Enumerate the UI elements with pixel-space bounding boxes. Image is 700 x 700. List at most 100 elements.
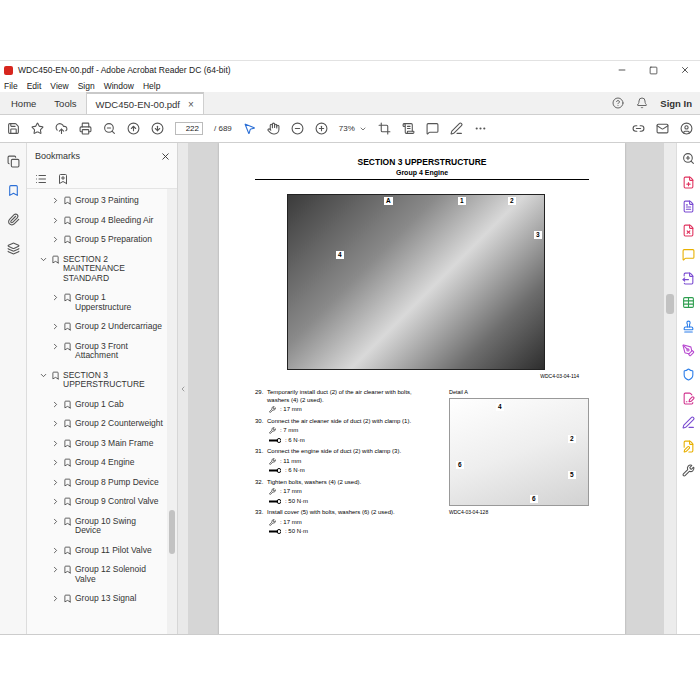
- collapsed-chevron-icon[interactable]: [51, 400, 60, 409]
- bookmark-item[interactable]: Group 1 Cab: [27, 395, 167, 415]
- collapsed-chevron-icon[interactable]: [51, 458, 60, 467]
- fit-page-icon[interactable]: [378, 122, 391, 135]
- fill-sign-icon[interactable]: [682, 344, 695, 357]
- export-pdf-icon[interactable]: [682, 200, 695, 213]
- more-icon[interactable]: [474, 122, 487, 135]
- collapsed-chevron-icon[interactable]: [51, 546, 60, 555]
- mail-icon[interactable]: [656, 122, 669, 135]
- collapsed-chevron-icon[interactable]: [51, 497, 60, 506]
- search-icon[interactable]: [103, 122, 116, 135]
- tab-close[interactable]: ×: [188, 99, 194, 110]
- tab[interactable]: Tools: [45, 92, 85, 114]
- collapsed-chevron-icon[interactable]: [51, 478, 60, 487]
- maximize-icon[interactable]: [649, 66, 658, 75]
- options-icon[interactable]: [35, 173, 47, 185]
- collapsed-chevron-icon[interactable]: [51, 439, 60, 448]
- next-page-icon[interactable]: [151, 122, 164, 135]
- bookmarks-scrollbar[interactable]: [167, 189, 177, 634]
- bookmark-item[interactable]: Group 3 Main Frame: [27, 434, 167, 454]
- prepare-form-icon[interactable]: [682, 440, 695, 453]
- bookmark-item[interactable]: Group 2 Counterweight: [27, 414, 167, 434]
- help-icon[interactable]: [612, 97, 624, 109]
- menu-item[interactable]: File: [4, 81, 18, 91]
- collapsed-chevron-icon[interactable]: [51, 419, 60, 428]
- panel-collapse-handle[interactable]: [177, 143, 189, 634]
- scan-icon[interactable]: [682, 320, 695, 333]
- collapsed-chevron-icon[interactable]: [51, 235, 60, 244]
- expanded-chevron-icon[interactable]: [39, 371, 48, 380]
- print-icon[interactable]: [79, 122, 92, 135]
- expanded-chevron-icon[interactable]: [39, 255, 48, 264]
- bookmark-item[interactable]: Group 10 Swing Device: [27, 512, 167, 541]
- tab[interactable]: Home: [2, 92, 45, 114]
- bookmark-icon[interactable]: [7, 184, 20, 197]
- bookmark-item[interactable]: Group 3 Front Attachment: [27, 337, 167, 366]
- collapsed-chevron-icon[interactable]: [51, 293, 60, 302]
- layers-icon[interactable]: [7, 242, 20, 255]
- scroll-mode-icon[interactable]: [402, 122, 415, 135]
- minimize-icon[interactable]: [617, 65, 627, 75]
- collapsed-chevron-icon[interactable]: [51, 342, 60, 351]
- collapsed-chevron-icon[interactable]: [51, 322, 60, 331]
- comment-icon[interactable]: [426, 122, 439, 135]
- bookmark-item[interactable]: Group 8 Pump Device: [27, 473, 167, 493]
- close-icon[interactable]: [680, 65, 690, 75]
- bookmark-item[interactable]: Group 2 Undercarriage: [27, 317, 167, 337]
- zoom-dropdown[interactable]: 73%: [339, 124, 367, 133]
- collapsed-chevron-icon[interactable]: [51, 565, 60, 574]
- star-icon[interactable]: [31, 122, 44, 135]
- scroll-thumb[interactable]: [169, 510, 175, 554]
- more-tools-icon[interactable]: [682, 464, 695, 477]
- menu-item[interactable]: Sign: [78, 81, 95, 91]
- edit-pdf-icon[interactable]: [682, 224, 695, 237]
- share-user-icon[interactable]: [680, 122, 693, 135]
- find-bookmark-icon[interactable]: [57, 173, 69, 185]
- sign-in-button[interactable]: Sign In: [660, 98, 692, 109]
- bookmark-item[interactable]: Group 4 Engine: [27, 453, 167, 473]
- bookmark-item[interactable]: Group 3 Painting: [27, 191, 167, 211]
- combine-files-icon[interactable]: [682, 272, 695, 285]
- bookmark-item[interactable]: Group 13 Signal: [27, 589, 167, 609]
- zoom-in-icon[interactable]: [682, 152, 695, 165]
- bookmark-item[interactable]: Group 12 Solenoid Valve: [27, 560, 167, 589]
- bookmark-item[interactable]: Group 11 Pilot Valve: [27, 541, 167, 561]
- save-icon[interactable]: [7, 122, 20, 135]
- pages-icon[interactable]: [7, 155, 20, 168]
- collapsed-chevron-icon[interactable]: [51, 196, 60, 205]
- menu-item[interactable]: Help: [143, 81, 160, 91]
- menu-item[interactable]: View: [50, 81, 68, 91]
- scroll-thumb[interactable]: [666, 294, 674, 314]
- request-signature-icon[interactable]: [682, 392, 695, 405]
- detail-drawing: 42566: [449, 398, 589, 506]
- page-number-field[interactable]: 222: [175, 122, 203, 135]
- tab[interactable]: WDC450-EN-00.pdf×: [86, 92, 204, 114]
- collapsed-chevron-icon[interactable]: [51, 517, 60, 526]
- collapsed-chevron-icon[interactable]: [51, 216, 60, 225]
- bookmark-item[interactable]: SECTION 3 UPPERSTRUCTURE: [27, 366, 167, 395]
- collapsed-chevron-icon[interactable]: [51, 594, 60, 603]
- bookmark-item[interactable]: Group 5 Preparation: [27, 230, 167, 250]
- attachment-icon[interactable]: [7, 213, 20, 226]
- close-panel-icon[interactable]: [160, 151, 171, 162]
- bookmark-item[interactable]: Group 9 Control Valve: [27, 492, 167, 512]
- comment-icon[interactable]: [682, 248, 695, 261]
- menu-item[interactable]: Edit: [27, 81, 42, 91]
- select-tool-icon[interactable]: [243, 122, 256, 135]
- highlight-icon[interactable]: [450, 122, 463, 135]
- protect-icon[interactable]: [682, 368, 695, 381]
- sign-icon[interactable]: [682, 416, 695, 429]
- zoom-out-icon[interactable]: [291, 122, 304, 135]
- organize-pages-icon[interactable]: [682, 296, 695, 309]
- upload-icon[interactable]: [55, 122, 68, 135]
- document-scrollbar[interactable]: [664, 143, 676, 634]
- menu-item[interactable]: Window: [104, 81, 134, 91]
- bookmark-item[interactable]: SECTION 2 MAINTENANCE STANDARD: [27, 250, 167, 289]
- hand-tool-icon[interactable]: [267, 122, 280, 135]
- zoom-in-icon[interactable]: [315, 122, 328, 135]
- bell-icon[interactable]: [636, 97, 648, 109]
- previous-page-icon[interactable]: [127, 122, 140, 135]
- bookmark-item[interactable]: Group 4 Bleeding Air: [27, 211, 167, 231]
- bookmark-item[interactable]: Group 1 Upperstructure: [27, 288, 167, 317]
- create-pdf-icon[interactable]: [682, 176, 695, 189]
- link-icon[interactable]: [632, 122, 645, 135]
